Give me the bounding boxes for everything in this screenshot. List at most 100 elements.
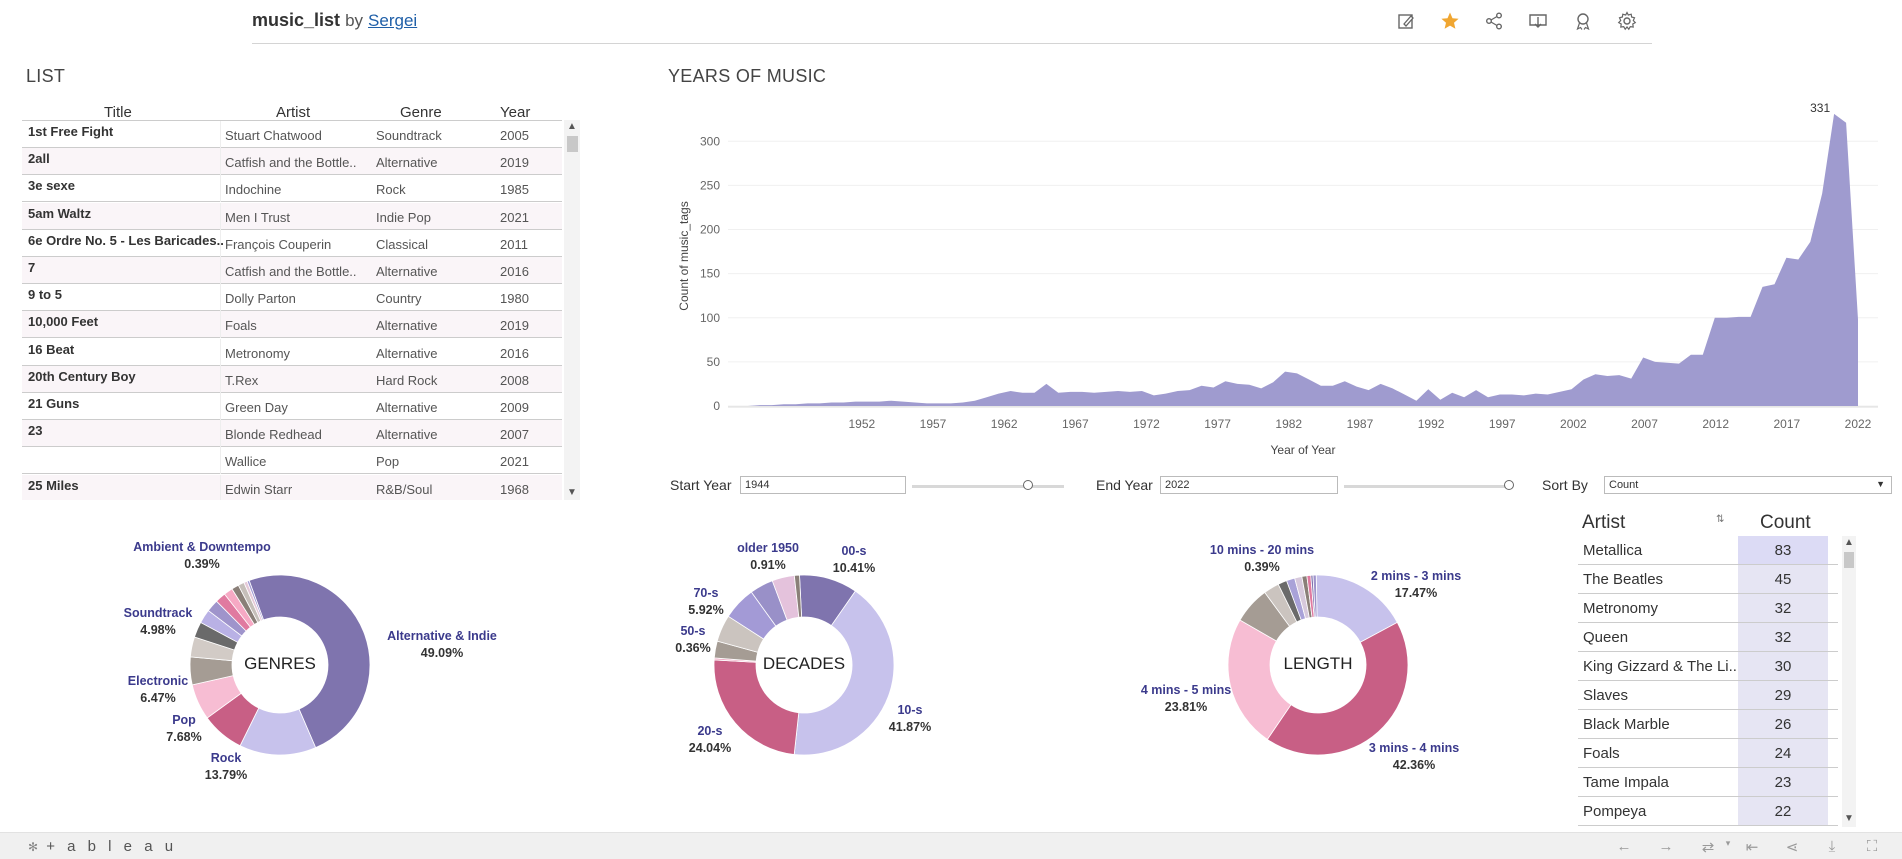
slice-percent: 0.91% [750,558,786,572]
start-year-input[interactable] [740,476,906,494]
artist-count-table: Artist ⇅ Count Metallica 83 The Beatles 45 M… [1578,506,1898,827]
artist-name: King Gizzard & The Li.. [1583,658,1737,675]
year-cell: 2007 [500,427,529,443]
undo-icon[interactable]: ← [1614,838,1634,855]
chevron-down-icon: ▼ [1876,479,1885,489]
slice-name: Soundtrack [123,606,193,620]
table-row[interactable]: 7 Catfish and the Bottle.. Alternative 2016 [22,257,562,284]
scroll-down-icon[interactable]: ▼ [1842,812,1856,826]
table-row[interactable]: 16 Beat Metronomy Alternative 2016 [22,338,562,366]
workbook-name: music_list [252,10,341,30]
col-genre[interactable]: Genre [400,104,442,121]
artist-row[interactable]: The Beatles 45 [1578,565,1838,594]
end-year-input[interactable] [1160,476,1338,494]
metrics-icon[interactable] [1572,10,1594,32]
slice-percent: 24.04% [688,741,732,755]
artist-row[interactable]: Tame Impala 23 [1578,768,1838,797]
download-icon[interactable] [1527,10,1549,32]
title-cell: 9 to 5 [28,287,62,303]
donut-slice-3-mins-4-mins[interactable] [1266,621,1409,756]
list-body: 1st Free Fight Stuart Chatwood Soundtrack 2… [22,120,562,500]
artist-row[interactable]: Metronomy 32 [1578,594,1838,623]
artist-scrollbar[interactable]: ▲ ▼ [1842,536,1856,827]
title-cell: 25 Miles [28,477,79,493]
footer-bar: ✻ + a b l e a u ← → ⇄ ▾ ⇤ ⋖ ⤓ ⛶ [0,832,1902,859]
col-count-header[interactable]: Count [1760,512,1811,534]
table-row[interactable]: 2all Catfish and the Bottle.. Alternative 2… [22,148,562,176]
artist-cell: Men I Trust [225,209,291,225]
fullscreen-icon[interactable]: ⛶ [1862,838,1882,855]
author-link[interactable]: Sergei [368,11,417,30]
col-artist[interactable]: Artist [276,104,310,121]
table-row[interactable]: 3e sexe Indochine Rock 1985 [22,175,562,203]
artist-count: 23 [1738,768,1828,796]
x-tick-label: 1952 [848,417,875,431]
table-row[interactable]: 21 Guns Green Day Alternative 2009 [22,393,562,420]
artist-cell: Foals [225,318,257,334]
x-tick-label: 2022 [1845,417,1872,431]
artist-row[interactable]: Pompeya 22 [1578,797,1838,826]
col-artist-header[interactable]: Artist [1582,512,1625,534]
sort-by-select[interactable]: Count ▼ [1604,476,1892,494]
y-axis-title: Count of music_tags [677,201,691,310]
end-year-slider-knob[interactable] [1504,480,1514,490]
table-row[interactable]: 10,000 Feet Foals Alternative 2019 [22,311,562,339]
share-icon[interactable] [1483,10,1505,32]
list-header: Title Artist Genre Year [22,104,562,121]
reset-icon[interactable]: ⇤ [1742,838,1762,856]
table-row[interactable]: 23 Blonde Redhead Alternative 2007 [22,420,562,448]
slice-label: Rock 13.79% [156,750,296,784]
table-row[interactable]: 1st Free Fight Stuart Chatwood Soundtrack 2… [22,121,562,148]
scroll-thumb[interactable] [1844,552,1854,568]
artist-name: Tame Impala [1583,774,1669,791]
x-tick-label: 2007 [1631,417,1658,431]
artist-row[interactable]: Foals 24 [1578,739,1838,768]
years-title: YEARS OF MUSIC [668,66,827,86]
scroll-down-icon[interactable]: ▼ [564,486,580,500]
share-icon[interactable]: ⋖ [1782,838,1802,856]
star-icon[interactable] [1439,10,1461,32]
col-year[interactable]: Year [500,104,530,121]
artist-count: 45 [1738,565,1828,593]
slice-label: 2 mins - 3 mins 17.47% [1346,568,1486,602]
genre-cell: R&B/Soul [376,481,433,497]
artist-row[interactable]: Black Marble 26 [1578,710,1838,739]
start-year-slider-knob[interactable] [1022,480,1033,490]
download-icon[interactable]: ⤓ [1822,838,1842,855]
redo-icon[interactable]: → [1656,838,1676,855]
sort-icon[interactable]: ⇅ [1716,514,1724,525]
genre-cell: Alternative [376,155,438,171]
artist-row[interactable]: Metallica 83 [1578,536,1838,565]
genre-cell: Alternative [376,345,438,361]
scroll-up-icon[interactable]: ▲ [564,120,580,134]
artist-row[interactable]: Queen 32 [1578,623,1838,652]
artist-row[interactable]: Slaves 29 [1578,681,1838,710]
gear-icon[interactable] [1616,10,1638,32]
slice-label: 4 mins - 5 mins 23.81% [1116,682,1256,716]
artist-cell: Wallice [225,454,267,470]
genre-cell: Alternative [376,427,438,443]
table-row[interactable]: 9 to 5 Dolly Parton Country 1980 [22,284,562,312]
revert-menu-icon[interactable]: ▾ [1718,838,1738,855]
col-title[interactable]: Title [104,104,132,121]
y-tick-label: 50 [707,355,721,369]
slice-label: Ambient & Downtempo 0.39% [132,539,272,573]
tableau-logo[interactable]: ✻ + a b l e a u [28,838,177,855]
scroll-thumb[interactable] [567,136,578,152]
artist-row[interactable]: King Gizzard & The Li.. 30 [1578,652,1838,681]
year-cell: 1985 [500,182,529,198]
table-row[interactable]: 20th Century Boy T.Rex Hard Rock 2008 [22,365,562,393]
table-row[interactable]: 5am Waltz Men I Trust Indie Pop 2021 [22,202,562,230]
table-row[interactable]: 6e Ordre No. 5 - Les Baricades.. François… [22,229,562,257]
slice-name: 2 mins - 3 mins [1370,569,1462,583]
list-scrollbar[interactable]: ▲ ▼ [564,120,580,500]
slice-label: 10-s 41.87% [840,702,980,736]
genre-cell: Indie Pop [376,209,431,225]
end-year-slider[interactable] [1344,485,1512,488]
scroll-up-icon[interactable]: ▲ [1842,536,1856,550]
table-row[interactable]: 25 Miles Edwin Starr R&B/Soul 1968 [22,474,562,500]
revert-icon[interactable]: ⇄ [1698,838,1718,856]
edit-icon[interactable] [1395,10,1417,32]
table-row[interactable]: Wallice Pop 2021 [22,447,562,475]
start-year-slider[interactable] [912,485,1064,488]
